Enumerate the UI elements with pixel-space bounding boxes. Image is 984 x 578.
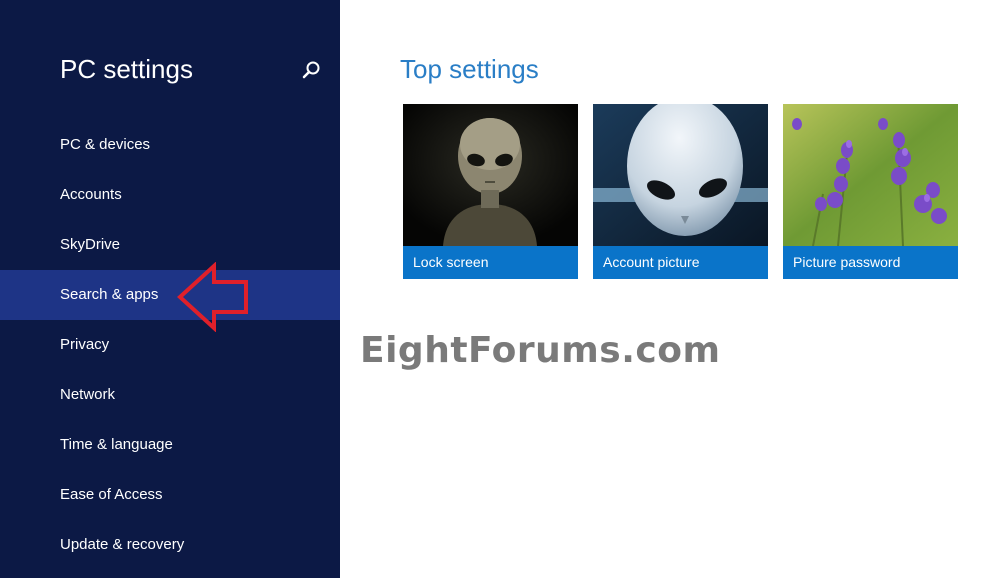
nav-item-privacy[interactable]: Privacy (0, 320, 340, 370)
nav-item-label: Network (60, 386, 116, 403)
nav-item-network[interactable]: Network (0, 370, 340, 420)
nav-item-search-apps[interactable]: Search & apps (0, 270, 340, 320)
nav-item-label: Ease of Access (60, 486, 163, 503)
account-picture-image (593, 104, 768, 246)
tile-label: Picture password (783, 246, 958, 279)
watermark: EightForums.com (360, 330, 721, 371)
nav-item-accounts[interactable]: Accounts (0, 170, 340, 220)
nav-item-time-language[interactable]: Time & language (0, 420, 340, 470)
nav-item-label: Search & apps (60, 286, 159, 303)
nav-item-update-recovery[interactable]: Update & recovery (0, 520, 340, 570)
page-title: Top settings (400, 54, 539, 84)
settings-nav: PC & devices Accounts SkyDrive Search & … (0, 120, 340, 570)
nav-item-ease-of-access[interactable]: Ease of Access (0, 470, 340, 520)
search-icon (302, 61, 320, 79)
nav-item-label: Update & recovery (60, 536, 185, 553)
search-button[interactable] (298, 58, 324, 84)
nav-item-pc-devices[interactable]: PC & devices (0, 120, 340, 170)
sidebar: PC settings PC & devices Accounts SkyDri… (0, 0, 340, 578)
tile-picture-password[interactable]: Picture password (783, 104, 958, 279)
nav-item-label: SkyDrive (60, 236, 121, 253)
nav-item-skydrive[interactable]: SkyDrive (0, 220, 340, 270)
nav-item-label: Time & language (60, 436, 173, 453)
sidebar-title: PC settings (60, 54, 193, 84)
left-arrow-annotation-icon (177, 262, 248, 332)
tile-label: Lock screen (403, 246, 578, 279)
tile-account-picture[interactable]: Account picture (593, 104, 768, 279)
picture-password-image (783, 104, 958, 246)
tile-lock-screen[interactable]: Lock screen (403, 104, 578, 279)
nav-item-label: Privacy (60, 336, 110, 353)
nav-item-label: Accounts (60, 186, 122, 203)
tile-label: Account picture (593, 246, 768, 279)
nav-item-label: PC & devices (60, 136, 151, 153)
lock-screen-image (403, 104, 578, 246)
